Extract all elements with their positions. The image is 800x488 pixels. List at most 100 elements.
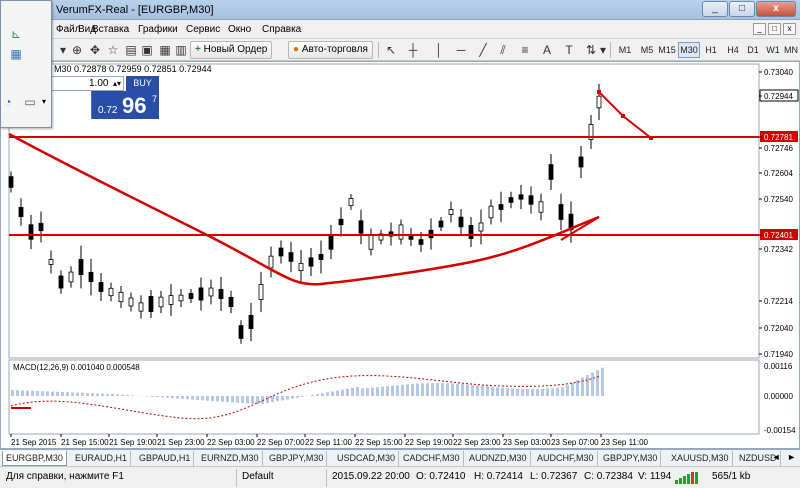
projection-point [621, 114, 625, 118]
minimize-button[interactable]: _ [702, 1, 728, 17]
tester-icon[interactable]: ▥ [174, 43, 188, 57]
menu-insert[interactable]: Вставка [92, 24, 129, 35]
menu-window[interactable]: Окно [228, 24, 251, 35]
candle-body [468, 225, 474, 239]
time-label: 22 Sep 07:00 [257, 438, 305, 447]
zoom-in-icon[interactable]: ⊕ [70, 43, 84, 57]
dropdown-arrow-icon[interactable]: ▾ [596, 43, 610, 57]
candle-body [288, 252, 294, 262]
tab-xauusd-m30[interactable]: XAUUSD,M30 [668, 451, 733, 466]
text-icon[interactable]: A [540, 43, 554, 57]
tab-euraud-h1[interactable]: EURAUD,H1 [72, 451, 132, 466]
trendline-icon[interactable]: ╱ [476, 43, 490, 57]
grid-icon[interactable]: ▦ [9, 47, 23, 61]
maximize-button[interactable]: □ [729, 1, 755, 17]
chart-close-button[interactable]: x [783, 23, 796, 35]
candle-body [238, 325, 244, 339]
template-icon[interactable]: ▭ [23, 95, 37, 109]
macd-bar [366, 388, 369, 396]
market-watch-icon[interactable]: ☆ [106, 43, 120, 57]
lot-size-input[interactable]: 1.00 ▴▾ [50, 76, 124, 91]
lot-spinner-icon[interactable]: ▴▾ [113, 77, 121, 90]
tab-gbpaud-h1[interactable]: GBPAUD,H1 [136, 451, 195, 466]
fibonacci-icon[interactable]: ≡ [518, 43, 532, 57]
macd-bar [436, 383, 439, 396]
macd-bar [451, 383, 454, 396]
macd-bar [356, 386, 359, 396]
macd-bar [481, 385, 484, 396]
connection-status-icon [675, 472, 701, 484]
macd-bar [586, 375, 589, 396]
buy-price-big: 96 [122, 93, 147, 118]
tab-gbpjpy-m30-2[interactable]: GBPJPY,M30 [600, 451, 662, 466]
candle-body [248, 315, 254, 329]
tab-audnzd-m30[interactable]: AUDNZD,M30 [466, 451, 531, 466]
chart-line-icon[interactable]: ⊾ [9, 27, 23, 41]
price-label: 0.72540 [764, 195, 793, 204]
channel-icon[interactable]: ⫽ [496, 43, 510, 57]
close-button[interactable]: x [756, 1, 796, 17]
chart-minimize-button[interactable]: _ [753, 23, 766, 35]
new-order-button[interactable]: + Новый Ордер [190, 41, 273, 59]
data-window-icon[interactable]: ▤ [124, 43, 138, 57]
timeframe-h1[interactable]: H1 [700, 42, 722, 58]
tab-scroll-arrows[interactable]: ◄ ► [772, 452, 798, 462]
menu-tools[interactable]: Сервис [186, 24, 220, 35]
candle-body [88, 271, 94, 283]
chart-window[interactable]: 0.73040 0.72944 0.72781 0.72746 0.72604 0.725… [0, 61, 800, 449]
macd-bar [86, 393, 89, 396]
tab-eurgbp-m30[interactable]: EURGBP,M30 [2, 451, 67, 466]
menu-help[interactable]: Справка [262, 24, 301, 35]
candle-body [278, 247, 284, 257]
timeframe-h4[interactable]: H4 [722, 42, 744, 58]
time-label: 21 Sep 23:00 [157, 438, 205, 447]
vertical-line-icon[interactable]: │ [432, 43, 446, 57]
timeframe-m5[interactable]: M5 [636, 42, 658, 58]
navigator-icon[interactable]: ▣ [140, 43, 154, 57]
dropdown-arrow-icon[interactable]: ▾ [37, 95, 51, 109]
terminal-icon[interactable]: ▦ [158, 43, 172, 57]
price-chart[interactable]: 0.73040 0.72944 0.72781 0.72746 0.72604 0.725… [1, 62, 799, 448]
buy-price-box[interactable]: 0.72 96 7 [91, 91, 159, 119]
macd-bar [466, 384, 469, 396]
time-label: 22 Sep 03:00 [207, 438, 255, 447]
crosshair-icon[interactable]: ┼ [406, 43, 420, 57]
macd-bar [161, 396, 164, 398]
tab-usdcad-m30[interactable]: USDCAD,M30 [334, 451, 400, 466]
tab-eurnzd-m30[interactable]: EURNZD,M30 [198, 451, 263, 466]
macd-bar [411, 383, 414, 396]
cursor-icon[interactable]: ↖ [384, 43, 398, 57]
macd-axis-label: -0.00154 [764, 426, 796, 435]
tab-audchf-m30[interactable]: AUDCHF,M30 [534, 451, 598, 466]
tab-gbpjpy-m30[interactable]: GBPJPY,M30 [266, 451, 328, 466]
chart-axes: 0.73040 0.72944 0.72781 0.72746 0.72604 0.725… [10, 68, 799, 447]
horizontal-line-icon[interactable]: ─ [454, 43, 468, 57]
dropdown-arrow-icon[interactable]: ▾ [56, 43, 70, 57]
crosshair-move-icon[interactable]: ✥ [88, 43, 102, 57]
chart-restore-button[interactable]: □ [768, 23, 781, 35]
macd-bar [531, 388, 534, 396]
macd-bar [116, 394, 119, 396]
timeframe-mn[interactable]: MN [780, 42, 800, 58]
candle-body [58, 275, 64, 289]
timeframe-m15[interactable]: M15 [656, 42, 678, 58]
tab-cadchf-m30[interactable]: CADCHF,M30 [400, 451, 464, 466]
macd-bar [581, 377, 584, 396]
macd-bar [476, 385, 479, 396]
macd-bar [61, 392, 64, 396]
clock-icon[interactable]: ◔ [1, 95, 15, 109]
menu-file[interactable]: Файл [56, 24, 81, 35]
timeframe-m1[interactable]: M1 [614, 42, 636, 58]
candle-body [118, 291, 124, 303]
macd-bar [496, 387, 499, 396]
timeframe-m30[interactable]: M30 [678, 42, 700, 58]
buy-button[interactable]: BUY [126, 76, 159, 91]
candle-body [8, 176, 14, 188]
macd-bar [36, 391, 39, 396]
label-icon[interactable]: T [562, 43, 576, 57]
menu-charts[interactable]: Графики [138, 24, 178, 35]
macd-bar [31, 390, 34, 396]
autotrading-button[interactable]: ● Авто-торговля [288, 41, 373, 59]
timeframe-d1[interactable]: D1 [742, 42, 764, 58]
candle-body [548, 164, 554, 180]
